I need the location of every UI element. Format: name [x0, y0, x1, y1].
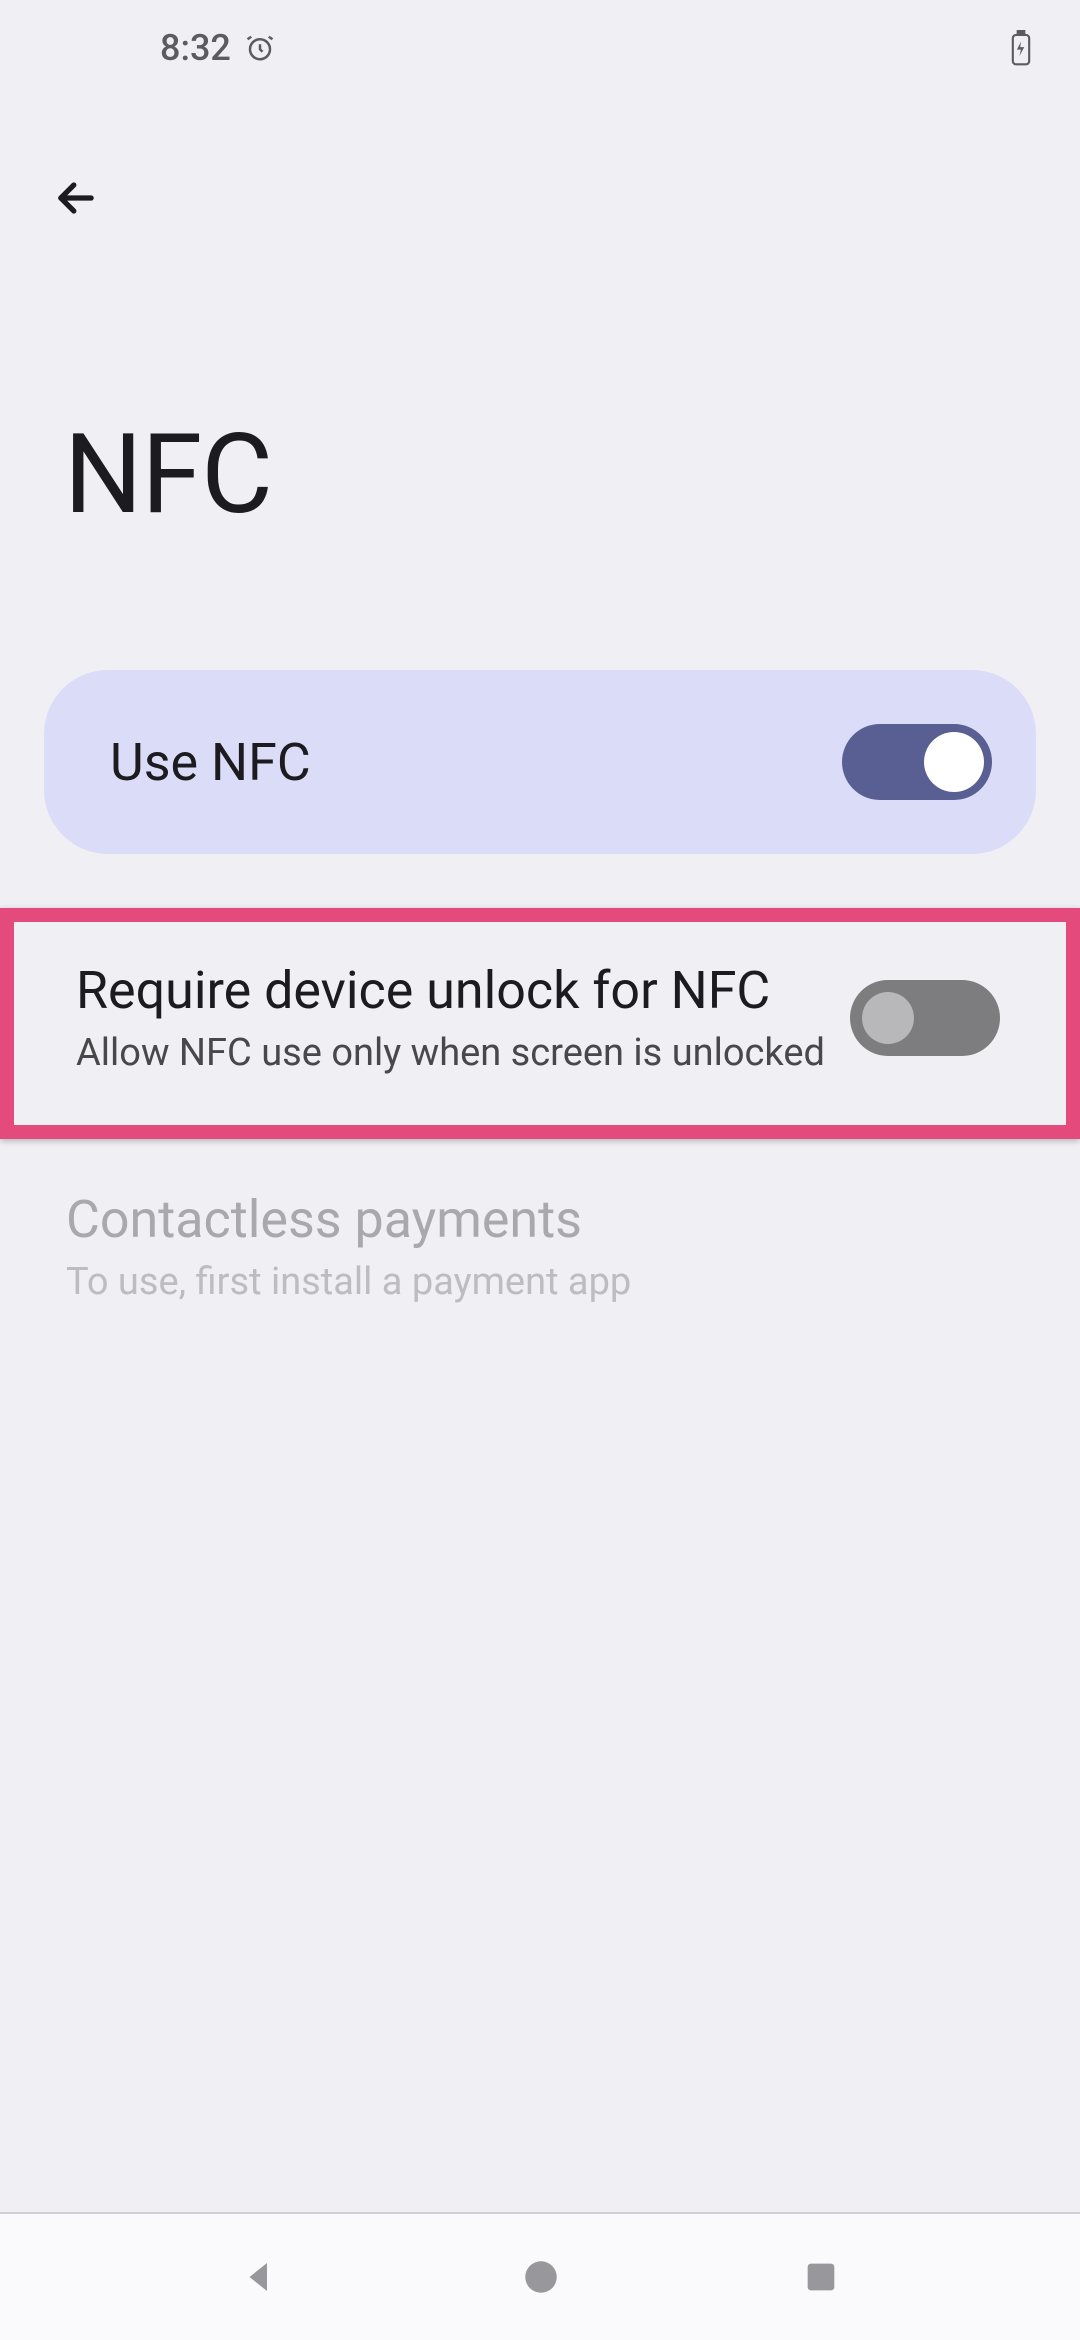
use-nfc-row[interactable]: Use NFC: [44, 670, 1036, 854]
use-nfc-label: Use NFC: [110, 732, 311, 793]
contactless-title: Contactless payments: [66, 1189, 631, 1250]
nav-back-button[interactable]: [239, 2256, 281, 2298]
back-button[interactable]: [36, 160, 116, 240]
status-right: [1010, 30, 1032, 66]
status-clock: 8:32: [160, 27, 231, 69]
alarm-icon: [245, 33, 275, 63]
page-title: NFC: [64, 410, 272, 539]
settings-list: Use NFC Require device unlock for NFC Al…: [0, 670, 1080, 1304]
require-unlock-text: Require device unlock for NFC Allow NFC …: [76, 960, 825, 1075]
status-bar: 8:32: [0, 0, 1080, 96]
status-left: 8:32: [160, 27, 275, 69]
require-unlock-row[interactable]: Require device unlock for NFC Allow NFC …: [54, 960, 1026, 1075]
battery-charging-icon: [1010, 30, 1032, 66]
contactless-payments-row: Contactless payments To use, first insta…: [0, 1189, 1080, 1304]
contactless-text: Contactless payments To use, first insta…: [66, 1189, 631, 1304]
toggle-knob: [924, 732, 984, 792]
toggle-knob: [862, 992, 914, 1044]
require-unlock-highlight: Require device unlock for NFC Allow NFC …: [0, 908, 1080, 1139]
require-unlock-subtitle: Allow NFC use only when screen is unlock…: [76, 1031, 825, 1075]
system-nav-bar: [0, 2212, 1080, 2340]
contactless-subtitle: To use, first install a payment app: [66, 1260, 631, 1304]
arrow-back-icon: [50, 172, 102, 228]
require-unlock-title: Require device unlock for NFC: [76, 960, 825, 1021]
nav-recent-button[interactable]: [801, 2257, 841, 2297]
use-nfc-toggle[interactable]: [842, 724, 992, 800]
require-unlock-toggle[interactable]: [850, 980, 1000, 1056]
nav-home-button[interactable]: [520, 2256, 562, 2298]
